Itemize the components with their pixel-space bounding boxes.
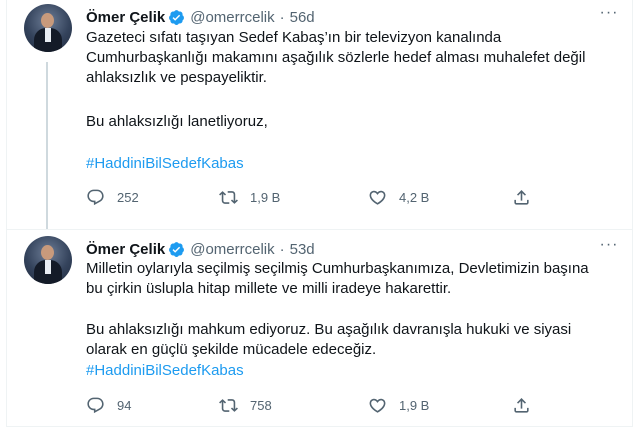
tweet-actions: 94 758 1,9 B [86, 396, 606, 418]
tweet-text-line: Gazeteci sıfatı taşıyan Sedef Kabaş’ın b… [86, 29, 502, 46]
author-handle[interactable]: @omerrcelik [190, 241, 274, 258]
retweet-icon [219, 191, 238, 204]
like-count: 1,9 B [399, 398, 430, 413]
more-icon[interactable]: ··· [598, 237, 620, 256]
tweet-timestamp[interactable]: 53d [290, 241, 315, 258]
avatar[interactable] [24, 236, 72, 284]
reply-button[interactable]: 252 [86, 188, 139, 207]
verified-badge-icon [168, 241, 185, 258]
tweet-text-line: Cumhurbaşkanlığı makamını aşağılık sözle… [86, 49, 586, 66]
tweet-text-line: ahlaksızlık ve pespayeliktir. [86, 69, 267, 86]
tweet-text-line: Bu ahlaksızlığı lanetliyoruz, [86, 113, 268, 130]
author-name[interactable]: Ömer Çelik [86, 9, 165, 26]
author-name[interactable]: Ömer Çelik [86, 241, 165, 258]
tweet-text-line: olarak en güçlü şekilde mücadele edeceği… [86, 341, 377, 358]
share-icon [514, 190, 529, 205]
tweet-text-line: Milletin oylarıyla seçilmiş seçilmiş Cum… [86, 260, 589, 277]
verified-badge-icon [168, 9, 185, 26]
like-button[interactable]: 4,2 B [368, 188, 429, 207]
tweet-header: Ömer Çelik @omerrcelik · 56d [86, 7, 315, 27]
tweet-actions: 252 1,9 B 4,2 B [86, 188, 606, 210]
more-icon[interactable]: ··· [598, 5, 620, 24]
reply-icon [87, 189, 104, 206]
tweet-text-line: bu çirkin üslupla hitap millete ve milli… [86, 280, 452, 297]
share-button[interactable] [512, 188, 531, 207]
retweet-count: 758 [250, 398, 272, 413]
like-icon [369, 398, 386, 413]
retweet-button[interactable]: 758 [219, 396, 272, 415]
reply-count: 94 [117, 398, 132, 413]
like-button[interactable]: 1,9 B [368, 396, 429, 415]
reply-count: 252 [117, 190, 139, 205]
hashtag-link[interactable]: #HaddiniBilSedefKabas [86, 154, 621, 174]
thread-connector-line [46, 62, 48, 230]
retweet-count: 1,9 B [250, 190, 281, 205]
avatar[interactable] [24, 4, 72, 52]
dot-separator: · [279, 240, 285, 258]
tweet-text-line: Bu ahlaksızlığı mahkum ediyoruz. Bu aşağ… [86, 321, 572, 338]
tweet-header: Ömer Çelik @omerrcelik · 53d [86, 239, 315, 259]
like-icon [369, 190, 386, 205]
reply-icon [87, 397, 104, 414]
hashtag-link[interactable]: #HaddiniBilSedefKabas [86, 361, 621, 381]
retweet-button[interactable]: 1,9 B [219, 188, 280, 207]
like-count: 4,2 B [399, 190, 430, 205]
author-handle[interactable]: @omerrcelik [190, 9, 274, 26]
dot-separator: · [279, 8, 285, 26]
tweet-divider [7, 229, 632, 230]
share-button[interactable] [512, 396, 531, 415]
tweet-timestamp[interactable]: 56d [290, 9, 315, 26]
share-icon [514, 398, 529, 413]
reply-button[interactable]: 94 [86, 396, 131, 415]
retweet-icon [219, 399, 238, 412]
